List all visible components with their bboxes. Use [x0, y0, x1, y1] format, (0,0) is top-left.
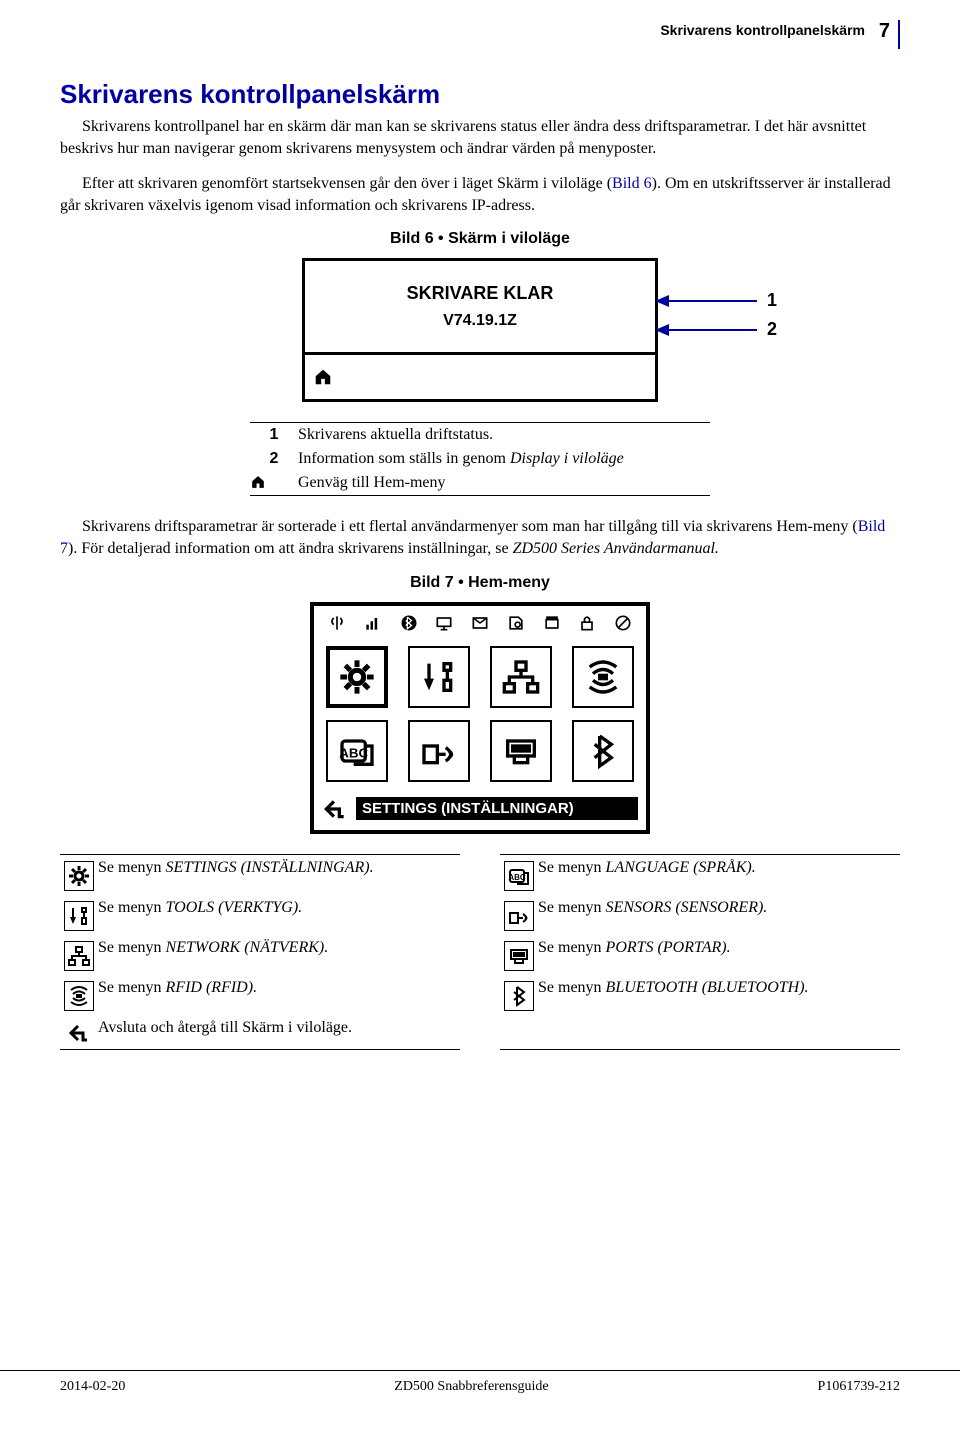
page-number: 7 [879, 20, 890, 43]
menu-ports-icon[interactable] [490, 720, 552, 782]
menu-network-icon[interactable] [490, 646, 552, 708]
callout-arrow-2: 2 [655, 319, 777, 340]
rfid-icon [60, 979, 98, 1011]
link-bild-6[interactable]: Bild 6 [612, 175, 652, 192]
running-header: Skrivarens kontrollpanelskärm 7 [60, 20, 900, 49]
menu-tools-icon[interactable] [408, 646, 470, 708]
sensors-icon [500, 899, 538, 931]
log-icon [505, 612, 527, 634]
legend-val-home: Genväg till Hem-meny [298, 474, 710, 492]
home-icon [250, 474, 266, 490]
ethernet-status-icon [433, 612, 455, 634]
menu-settings-icon[interactable] [326, 646, 388, 708]
paragraph-3: Skrivarens driftsparametrar är sorterade… [60, 516, 900, 559]
legend-val-2: Information som ställs in genom Display … [298, 450, 710, 468]
lock-icon [576, 612, 598, 634]
legend-key-home [250, 474, 298, 492]
figure-7-caption: Bild 7 • Hem-meny [60, 574, 900, 592]
legend-key-1: 1 [250, 426, 298, 444]
intro-paragraph-2: Efter att skrivaren genomfört startsekve… [60, 173, 900, 216]
footer-docid: P1061739-212 [818, 1379, 900, 1395]
settings-icon [60, 859, 98, 891]
legend-val-1: Skrivarens aktuella driftstatus. [298, 426, 710, 444]
data-receive-icon [469, 612, 491, 634]
home-menu-selection-label: SETTINGS (INSTÄLLNINGAR) [356, 797, 638, 820]
figure-6: SKRIVARE KLAR V74.19.1Z 1 2 [60, 258, 900, 402]
callout-number-1: 1 [767, 290, 777, 311]
figure-6-caption: Bild 6 • Skärm i viloläge [60, 230, 900, 248]
section-title: Skrivarens kontrollpanelskärm [60, 79, 900, 110]
figure-7: SETTINGS (INSTÄLLNINGAR) [60, 602, 900, 834]
status-icon-row [322, 612, 638, 638]
signal-bars-icon [362, 612, 384, 634]
home-menu-grid [322, 638, 638, 790]
menu-rfid-icon[interactable] [572, 646, 634, 708]
legend-key-2: 2 [250, 450, 298, 468]
callout-arrow-1: 1 [655, 290, 777, 311]
back-icon[interactable] [322, 796, 348, 822]
page-footer: 2014-02-20 ZD500 Snabbreferensguide P106… [0, 1370, 960, 1395]
network-icon [60, 939, 98, 971]
tools-icon [60, 899, 98, 931]
menu-column-right: Se menyn LANGUAGE (SPRÅK). Se menyn SENS… [500, 854, 900, 1050]
callout-number-2: 2 [767, 319, 777, 340]
bluetooth-status-icon [398, 612, 420, 634]
intro-paragraph-1: Skrivarens kontrollpanel har en skärm dä… [60, 116, 900, 159]
lcd-status-line: SKRIVARE KLAR [407, 283, 554, 304]
running-title: Skrivarens kontrollpanelskärm [660, 22, 865, 38]
menu-sensors-icon[interactable] [408, 720, 470, 782]
back-icon [60, 1019, 98, 1045]
footer-title: ZD500 Snabbreferensguide [394, 1379, 548, 1395]
lcd-version-line: V74.19.1Z [443, 312, 517, 330]
menu-reference-columns: Se menyn SETTINGS (INSTÄLLNINGAR). Se me… [60, 854, 900, 1050]
menu-bluetooth-icon[interactable] [572, 720, 634, 782]
figure-6-legend: 1 Skrivarens aktuella driftstatus. 2 Inf… [250, 422, 710, 496]
lcd-idle-screen: SKRIVARE KLAR V74.19.1Z 1 2 [302, 258, 658, 402]
footer-date: 2014-02-20 [60, 1379, 125, 1395]
menu-column-left: Se menyn SETTINGS (INSTÄLLNINGAR). Se me… [60, 854, 460, 1050]
menu-language-icon[interactable] [326, 720, 388, 782]
lcd-home-menu: SETTINGS (INSTÄLLNINGAR) [310, 602, 650, 834]
tag-icon [541, 612, 563, 634]
prohibited-icon [612, 612, 634, 634]
language-icon [500, 859, 538, 891]
bluetooth-icon [500, 979, 538, 1011]
ports-icon [500, 939, 538, 971]
antenna-icon [326, 612, 348, 634]
home-icon [313, 367, 333, 387]
